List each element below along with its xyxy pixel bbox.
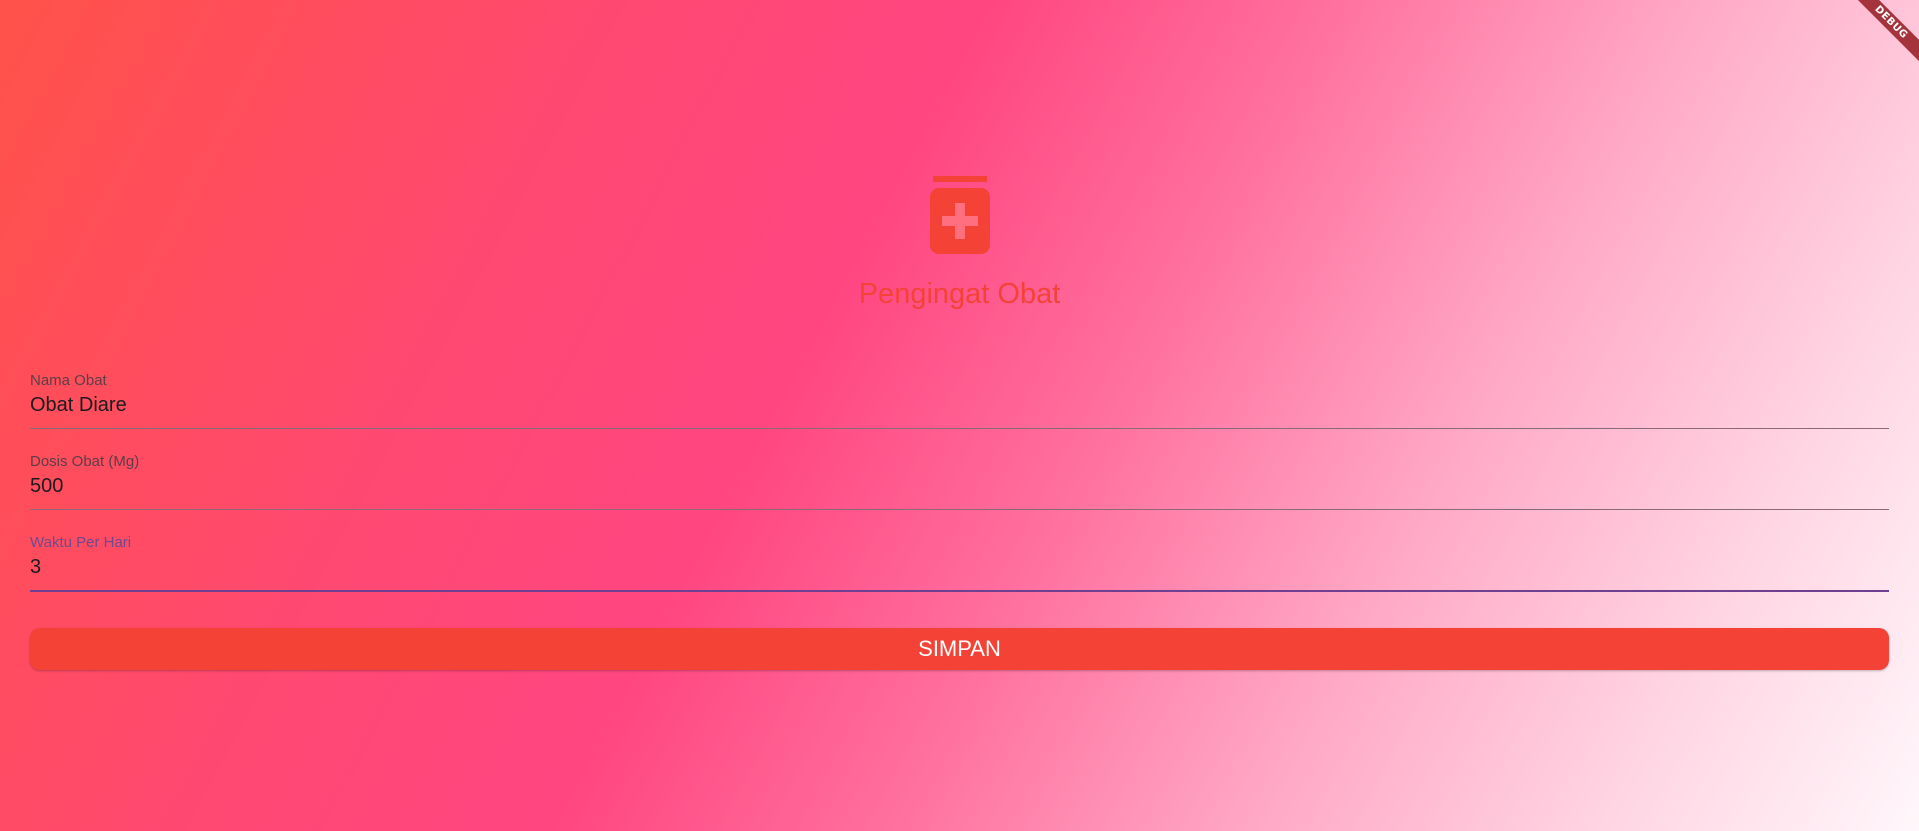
medicine-form: Nama Obat Dosis Obat (Mg) Waktu Per Hari [30,370,1889,614]
header: Pengingat Obat [0,176,1919,311]
times-per-day-field: Waktu Per Hari [30,532,1889,592]
page-title: Pengingat Obat [858,278,1061,310]
medicine-bottle-icon [929,176,990,254]
debug-label: DEBUG [1843,0,1919,71]
medicine-name-input[interactable] [30,394,1889,417]
save-button[interactable]: SIMPAN [30,628,1889,670]
times-per-day-input[interactable] [30,556,1889,579]
dosage-input[interactable] [30,475,1889,498]
times-per-day-label: Waktu Per Hari [30,534,132,551]
medicine-name-field: Nama Obat [30,370,1889,429]
dosage-label: Dosis Obat (Mg) [30,453,140,470]
dosage-field: Dosis Obat (Mg) [30,451,1889,510]
debug-banner: DEBUG [1839,0,1919,80]
medicine-name-label: Nama Obat [30,372,107,389]
